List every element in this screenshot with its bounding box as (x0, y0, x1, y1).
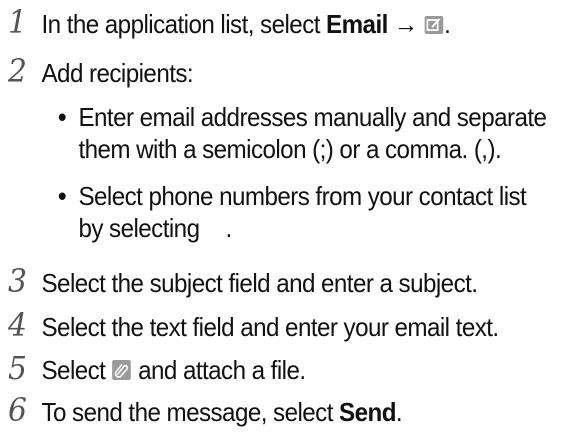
bullet-dot: • (58, 102, 66, 132)
step-number: 1 (8, 3, 27, 41)
step-number: 6 (8, 391, 27, 429)
step-text: Select the text field and enter your ema… (41, 312, 499, 342)
bullet-end: . (225, 213, 233, 243)
step-number: 5 (8, 349, 27, 387)
bullet-item: • Enter email addresses manually and sepa… (58, 101, 547, 165)
arrow-glyph: → (393, 9, 418, 39)
step-3: 3 Select the subject field and enter a s… (8, 262, 478, 300)
bullet-text: Enter email addresses manually and separ… (78, 102, 547, 132)
step-number: 2 (8, 52, 27, 90)
step-4: 4 Select the text field and enter your e… (8, 309, 499, 343)
bullet-text: Select phone numbers from your contact l… (78, 181, 527, 211)
step-text: In the application list, select (41, 9, 327, 39)
paperclip-icon (112, 356, 132, 388)
step-number: 3 (8, 262, 27, 300)
send-label: Send (339, 397, 396, 427)
email-label: Email (326, 9, 388, 39)
step-6: 6 To send the message, select Send. (8, 391, 403, 429)
bullet-text-cont: by selecting (78, 213, 200, 243)
bullet-text-cont: them with a semicolon (;) or a comma. (,… (78, 134, 502, 164)
step-number: 4 (8, 306, 27, 344)
step-1: 1 In the application list, select Email … (8, 3, 451, 42)
step-2: 2 Add recipients: (8, 52, 194, 90)
step-text-end: and attach a file. (131, 355, 306, 385)
step-text: Add recipients: (41, 58, 194, 88)
step-end: . (444, 9, 451, 39)
instruction-document: 1 In the application list, select Email … (0, 0, 564, 432)
bullet-dot: • (58, 181, 66, 211)
step-text: Select the subject field and enter a sub… (41, 268, 478, 298)
step-5: 5 Select and attach a file. (8, 352, 306, 388)
compose-icon (424, 10, 444, 42)
step-text: To send the message, select (41, 397, 340, 427)
step-text: Select (41, 355, 112, 385)
bullet-item: • Select phone numbers from your contact … (58, 180, 527, 244)
step-end: . (395, 397, 403, 427)
